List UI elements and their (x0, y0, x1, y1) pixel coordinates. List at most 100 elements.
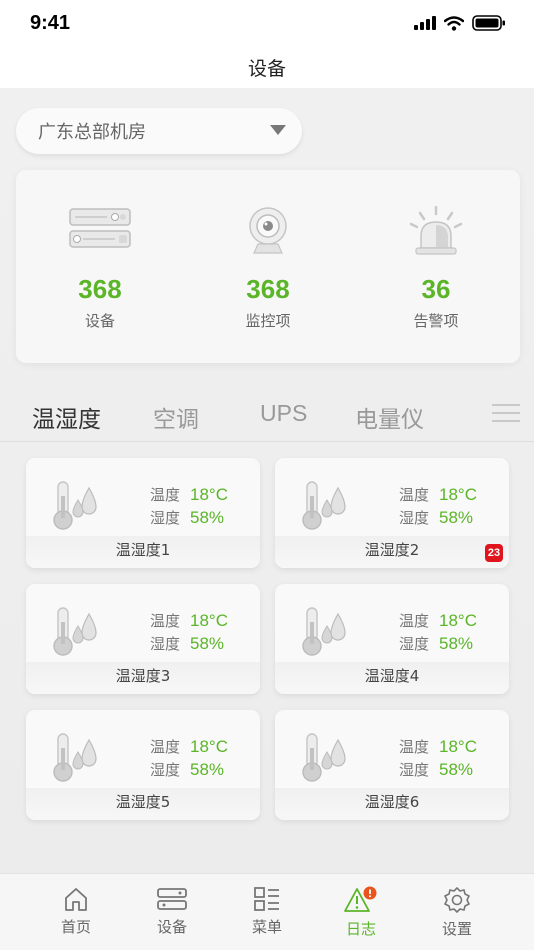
stat-label: 告警项 (413, 312, 459, 330)
sensor-name: 温湿度4 (364, 667, 420, 685)
sensor-name: 温湿度5 (115, 793, 171, 811)
humidity-value: 58% (439, 508, 474, 527)
home-icon (65, 888, 87, 911)
humidity-row: 湿度 58% (399, 633, 473, 654)
sensor-card[interactable]: 温度 18°C 湿度 58% 温湿度3 (26, 584, 260, 694)
temperature-label: 温度 (150, 612, 181, 630)
humidity-row: 湿度 58% (150, 633, 224, 654)
temperature-row: 温度 18°C (150, 484, 228, 505)
humidity-row: 湿度 58% (150, 759, 224, 780)
temperature-value: 18°C (190, 611, 228, 630)
alert-count-badge: 23 (485, 544, 503, 562)
thermometer-droplet-icon (302, 607, 346, 656)
temperature-value: 18°C (439, 737, 477, 756)
bottom-tab-label: 日志 (345, 920, 376, 938)
humidity-label: 湿度 (150, 509, 181, 527)
thermometer-droplet-icon (53, 607, 97, 656)
temperature-row: 温度 18°C (399, 484, 477, 505)
bottom-tab-label: 首页 (60, 918, 91, 936)
battery-icon (472, 15, 505, 31)
thermometer-droplet-icon (302, 481, 346, 530)
sensor-card[interactable]: 温度 18°C 湿度 58% 温湿度5 (26, 710, 260, 820)
sensor-card[interactable]: 温度 18°C 湿度 58% 温湿度2 23 (275, 458, 509, 568)
humidity-label: 湿度 (399, 635, 430, 653)
temperature-label: 温度 (150, 738, 181, 756)
thermometer-droplet-icon (53, 481, 97, 530)
sensor-card[interactable]: 温度 18°C 湿度 58% 温湿度1 (26, 458, 260, 568)
tab-power-meter[interactable]: 电量仪 (355, 400, 424, 434)
temperature-label: 温度 (399, 612, 430, 630)
temperature-row: 温度 18°C (399, 610, 477, 631)
device-icon (157, 888, 187, 910)
location-selector[interactable]: 广东总部机房 (16, 108, 302, 154)
stat-devices[interactable]: 368 设备 (16, 170, 184, 363)
dropdown-arrow-icon (270, 125, 286, 135)
bottom-tab-device[interactable]: 设备 (124, 874, 220, 950)
temperature-row: 温度 18°C (399, 736, 477, 757)
sensor-card[interactable]: 温度 18°C 湿度 58% 温湿度6 (275, 710, 509, 820)
stat-value: 368 (246, 274, 290, 304)
bottom-tab-bar: 首页 设备 菜单 日志 设置 (0, 873, 534, 950)
sensor-name: 温湿度6 (364, 793, 420, 811)
sensor-name: 温湿度2 (364, 541, 420, 559)
bottom-tab-log[interactable]: 日志 (313, 874, 409, 950)
temperature-value: 18°C (190, 737, 228, 756)
bottom-tab-label: 菜单 (251, 918, 282, 936)
temperature-label: 温度 (399, 738, 430, 756)
wifi-icon (444, 15, 464, 31)
bottom-tab-home[interactable]: 首页 (28, 874, 124, 950)
bottom-tab-label: 设置 (441, 920, 472, 938)
humidity-label: 湿度 (399, 761, 430, 779)
stats-card: 368 设备 368 监控项 36 告警项 (16, 170, 520, 363)
status-time: 9:41 (30, 11, 71, 34)
humidity-label: 湿度 (399, 509, 430, 527)
stat-value: 36 (421, 274, 451, 304)
status-icons (414, 15, 506, 31)
humidity-value: 58% (190, 634, 225, 653)
tab-menu-icon[interactable] (492, 404, 520, 426)
bottom-tab-menu[interactable]: 菜单 (219, 874, 315, 950)
main-content: 广东总部机房 368 设备 368 监控项 36 告警项 温湿度 空调 UPS … (0, 88, 534, 873)
humidity-row: 湿度 58% (399, 507, 473, 528)
tab-ups[interactable]: UPS (260, 400, 307, 427)
stat-alarm-items[interactable]: 36 告警项 (352, 170, 520, 363)
nav-bar: 设备 (0, 46, 534, 88)
temperature-label: 温度 (399, 486, 430, 504)
temperature-value: 18°C (439, 485, 477, 504)
humidity-value: 58% (439, 760, 474, 779)
server-rack-icon (69, 208, 131, 248)
alarm-light-icon (409, 206, 463, 255)
sensor-card[interactable]: 温度 18°C 湿度 58% 温湿度4 (275, 584, 509, 694)
tab-air-conditioner[interactable]: 空调 (153, 400, 199, 434)
page-title: 设备 (247, 57, 286, 80)
temperature-row: 温度 18°C (150, 736, 228, 757)
humidity-value: 58% (190, 508, 225, 527)
humidity-value: 58% (190, 760, 225, 779)
menu-grid-icon (254, 887, 279, 911)
temperature-row: 温度 18°C (150, 610, 228, 631)
settings-gear-icon (444, 887, 470, 913)
category-tabs: 温湿度 空调 UPS 电量仪 (0, 388, 534, 442)
temperature-label: 温度 (150, 486, 181, 504)
stat-value: 368 (78, 274, 122, 304)
thermometer-droplet-icon (53, 733, 97, 782)
webcam-icon (249, 207, 287, 254)
log-alert-icon (344, 886, 377, 912)
bottom-tab-label: 设备 (156, 918, 187, 936)
stat-label: 监控项 (245, 312, 291, 330)
tab-temp-humidity[interactable]: 温湿度 (32, 400, 101, 434)
location-value: 广东总部机房 (38, 122, 146, 143)
humidity-label: 湿度 (150, 761, 181, 779)
sensor-name: 温湿度3 (115, 667, 171, 685)
stat-monitor-items[interactable]: 368 监控项 (184, 170, 352, 363)
temperature-value: 18°C (439, 611, 477, 630)
humidity-row: 湿度 58% (399, 759, 473, 780)
thermometer-droplet-icon (302, 733, 346, 782)
status-bar: 9:41 (0, 0, 534, 46)
stat-label: 设备 (84, 312, 115, 330)
bottom-tab-settings[interactable]: 设置 (409, 874, 505, 950)
humidity-label: 湿度 (150, 635, 181, 653)
sensor-name: 温湿度1 (115, 541, 171, 559)
humidity-row: 湿度 58% (150, 507, 224, 528)
temperature-value: 18°C (190, 485, 228, 504)
